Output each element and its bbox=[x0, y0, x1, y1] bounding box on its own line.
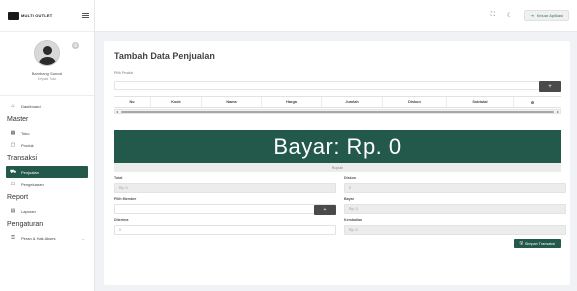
product-select[interactable]: + bbox=[114, 81, 561, 92]
sidebar-item-label: Dashboard bbox=[21, 103, 41, 109]
total-label: Total bbox=[114, 176, 123, 180]
add-member-button[interactable]: + bbox=[314, 205, 336, 215]
payment-total-display: Bayar: Rp. 0 bbox=[114, 130, 561, 163]
scroll-right-icon[interactable]: ▸ bbox=[557, 109, 559, 114]
sidebar-item-pengeluaran[interactable]: ▭ Pengeluaran bbox=[0, 178, 94, 190]
sidebar-item-toko[interactable]: ▦ Toko bbox=[0, 127, 94, 139]
column-settings-icon: ⚙ bbox=[530, 100, 535, 105]
theme-toggle-icon[interactable]: ☾ bbox=[507, 12, 512, 19]
logout-button[interactable]: ⇥ Keluar Aplikasi bbox=[524, 10, 569, 21]
discount-label: Diskon bbox=[344, 176, 356, 180]
profile-role: Kepala Toko bbox=[37, 77, 57, 81]
table-header-cell: Harga bbox=[262, 97, 322, 107]
sidebar-nav: ⌂ Dashboard Master ▦ Toko ▢ Produk Transaksi ⛟ Pe… bbox=[0, 96, 94, 244]
scroll-thumb[interactable] bbox=[121, 111, 554, 113]
member-select[interactable] bbox=[114, 204, 336, 214]
home-icon: ⌂ bbox=[11, 103, 15, 109]
sidebar-item-dashboard[interactable]: ⌂ Dashboard bbox=[0, 100, 94, 112]
table-header-cell: Jumlah bbox=[322, 97, 383, 107]
change-label: Kembalian bbox=[344, 218, 363, 222]
table-header-cell: Diskon bbox=[383, 97, 447, 107]
table-scrollbar[interactable]: ◂ ▸ bbox=[114, 109, 561, 114]
scroll-left-icon[interactable]: ◂ bbox=[116, 109, 118, 114]
discount-field[interactable]: 0 bbox=[344, 183, 566, 193]
sidebar-item-label: Penjualan bbox=[21, 169, 39, 175]
save-transaction-button[interactable]: 🖫 Simpan Transaksi bbox=[513, 239, 561, 248]
save-label: Simpan Transaksi bbox=[524, 241, 555, 246]
sidebar-section-label: Pengaturan bbox=[7, 221, 44, 228]
brand-bar: MULTI OUTLET bbox=[0, 0, 94, 32]
sidebar-item-label: Pengeluaran bbox=[21, 181, 44, 187]
key-icon: ⚿ bbox=[11, 235, 15, 241]
amount-in-words: Rupiah bbox=[114, 163, 561, 172]
box-icon: ▢ bbox=[10, 142, 16, 148]
sidebar-item-produk[interactable]: ▢ Produk bbox=[0, 139, 94, 151]
sale-form-card: Tambah Data Penjualan Pilih Produk + No K… bbox=[104, 41, 570, 285]
sidebar: MULTI OUTLET ⚙ Bambang Sanusi Kepala Tok… bbox=[0, 0, 95, 291]
table-header-cell: Subtotal bbox=[447, 97, 514, 107]
table-header-cell: No bbox=[114, 97, 151, 107]
store-icon: ▦ bbox=[10, 130, 16, 136]
sidebar-section-label: Report bbox=[7, 194, 29, 201]
table-header-cell: Nama bbox=[202, 97, 262, 107]
user-profile: ⚙ Bambang Sanusi Kepala Toko bbox=[0, 32, 94, 96]
chevron-down-icon: ⌄ bbox=[81, 235, 85, 241]
topbar: ⛶ ☾ ⇥ Keluar Aplikasi bbox=[95, 0, 577, 32]
logout-icon: ⇥ bbox=[530, 13, 534, 18]
sidebar-section-label: Transaksi bbox=[7, 155, 38, 162]
sidebar-item-label: Laporan bbox=[21, 208, 36, 214]
report-icon: ▤ bbox=[10, 208, 16, 214]
total-field: Rp. 0 bbox=[114, 183, 336, 193]
pay-label: Bayar bbox=[344, 197, 354, 201]
sidebar-section-label: Master bbox=[7, 116, 29, 123]
logo-text: MULTI OUTLET bbox=[21, 13, 53, 18]
received-label: Diterima bbox=[114, 218, 129, 222]
received-field[interactable]: 0 bbox=[114, 225, 336, 235]
add-product-button[interactable]: + bbox=[539, 81, 561, 92]
sidebar-item-penjualan[interactable]: ⛟ Penjualan bbox=[6, 166, 88, 178]
wallet-icon: ▭ bbox=[10, 181, 16, 187]
change-field: Rp. 0 bbox=[344, 225, 566, 235]
pay-field: Rp. 0 bbox=[344, 204, 566, 214]
cart-icon: ⛟ bbox=[10, 168, 17, 175]
member-label: Pilih Member bbox=[114, 197, 137, 201]
page-title: Tambah Data Penjualan bbox=[114, 51, 215, 61]
profile-name: Bambang Sanusi bbox=[31, 71, 63, 76]
save-icon: 🖫 bbox=[519, 240, 523, 245]
profile-settings-icon[interactable]: ⚙ bbox=[72, 42, 79, 49]
menu-toggle-icon[interactable] bbox=[82, 13, 90, 18]
sidebar-item-label: Peran & Hak Akses bbox=[21, 235, 56, 241]
fullscreen-icon[interactable]: ⛶ bbox=[491, 12, 495, 19]
sidebar-item-label: Toko bbox=[21, 130, 30, 136]
summary-fields: Total Rp. 0 Diskon 0 Pilih Member + Baya… bbox=[114, 176, 566, 239]
logo-mark bbox=[8, 11, 19, 20]
product-label: Pilih Produk bbox=[114, 71, 134, 75]
logout-label: Keluar Aplikasi bbox=[536, 13, 563, 18]
avatar bbox=[34, 40, 60, 66]
sidebar-item-laporan[interactable]: ▤ Laporan bbox=[0, 205, 94, 217]
table-header-cell: Kode bbox=[151, 97, 202, 107]
items-table-header: No Kode Nama Harga Jumlah Diskon Subtotal ⚙ bbox=[114, 96, 561, 108]
sidebar-item-peran-hak-akses[interactable]: ⚿ Peran & Hak Akses ⌄ bbox=[0, 232, 94, 244]
sidebar-item-label: Produk bbox=[21, 142, 34, 148]
app-logo[interactable]: MULTI OUTLET bbox=[8, 11, 53, 20]
